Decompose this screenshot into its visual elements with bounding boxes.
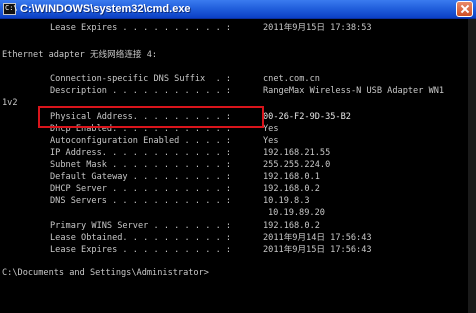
lease-obtained-value: 2011年9月14日 17:56:43 [263,233,372,243]
window-title: C:\WINDOWS\system32\cmd.exe [20,3,191,15]
autoconfig-value: Yes [263,136,279,146]
cmd-app-icon: C:\ [3,3,18,15]
dhcp-server-key: DHCP Server . . . . . . . . . . . : [50,184,232,194]
cmd-window: C:\ C:\WINDOWS\system32\cmd.exe Lease Ex… [0,0,476,313]
wrapped-description-fragment: 1v2 [2,98,18,108]
lease-expires-key: Lease Expires . . . . . . . . . . : [50,245,232,255]
lease-expires-top-key: Lease Expires . . . . . . . . . . : [50,23,232,33]
adapter-header: Ethernet adapter 无线网络连接 4: [2,50,158,60]
ip-address-value: 192.168.21.55 [263,148,331,158]
dns-servers-key: DNS Servers . . . . . . . . . . . : [50,196,232,206]
primary-wins-value: 192.168.0.2 [263,221,320,231]
physical-address-value: 00-26-F2-9D-35-B2 [263,112,351,122]
dns-suffix-key: Connection-specific DNS Suffix . : [50,74,232,84]
primary-wins-key: Primary WINS Server . . . . . . . : [50,221,232,231]
dhcp-enabled-value: Yes [263,124,279,134]
console-output[interactable]: Lease Expires . . . . . . . . . . : 2011… [0,19,476,313]
lease-obtained-key: Lease Obtained. . . . . . . . . . : [50,233,232,243]
default-gateway-value: 192.168.0.1 [263,172,320,182]
description-key: Description . . . . . . . . . . . : [50,86,232,96]
dns-servers-value-2: 10.19.89.20 [268,208,325,218]
close-button[interactable] [456,1,473,17]
title-bar[interactable]: C:\ C:\WINDOWS\system32\cmd.exe [0,0,476,19]
dhcp-server-value: 192.168.0.2 [263,184,320,194]
lease-expires-value: 2011年9月15日 17:56:43 [263,245,372,255]
physical-address-highlight [38,106,264,128]
description-value: RangeMax Wireless-N USB Adapter WN1 [263,86,445,96]
dns-servers-value: 10.19.8.3 [263,196,310,206]
scrollbar[interactable] [468,19,476,313]
command-prompt[interactable]: C:\Documents and Settings\Administrator> [2,268,209,279]
lease-expires-top-value: 2011年9月15日 17:38:53 [263,23,372,33]
subnet-mask-key: Subnet Mask . . . . . . . . . . . : [50,160,232,170]
dns-suffix-value: cnet.com.cn [263,74,320,84]
subnet-mask-value: 255.255.224.0 [263,160,331,170]
ip-address-key: IP Address. . . . . . . . . . . . : [50,148,232,158]
default-gateway-key: Default Gateway . . . . . . . . . : [50,172,232,182]
autoconfig-key: Autoconfiguration Enabled . . . . : [50,136,232,146]
